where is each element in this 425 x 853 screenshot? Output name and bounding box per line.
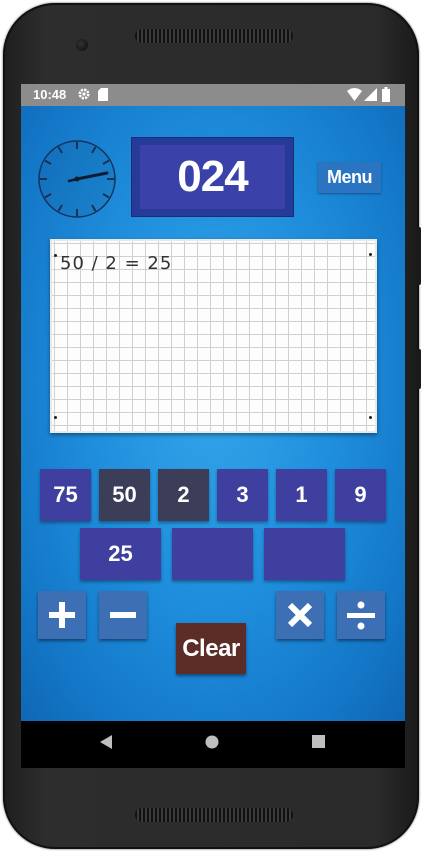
clock-icon xyxy=(35,137,119,226)
result-tile-empty[interactable] xyxy=(264,528,345,580)
screen: 10:48 024 Menu 50 / 2 = 25 75 50 2 3 1 9… xyxy=(21,84,405,768)
number-tile-used[interactable]: 50 xyxy=(99,469,150,521)
multiply-button[interactable] xyxy=(276,591,324,639)
paper-corner-dot xyxy=(369,253,372,256)
paper-corner-dot xyxy=(54,416,57,419)
sd-card-icon xyxy=(98,88,108,104)
status-bar: 10:48 xyxy=(21,84,405,106)
plus-icon xyxy=(49,602,75,628)
subtract-button[interactable] xyxy=(99,591,147,639)
add-button[interactable] xyxy=(38,591,86,639)
wifi-icon xyxy=(347,88,362,104)
battery-icon xyxy=(382,87,390,105)
power-button xyxy=(416,349,421,389)
navigation-bar xyxy=(21,721,405,768)
paper-corner-dot xyxy=(369,416,372,419)
divide-button[interactable] xyxy=(337,591,385,639)
volume-button xyxy=(416,227,421,285)
home-icon[interactable] xyxy=(205,735,219,754)
multiply-icon xyxy=(287,602,313,628)
menu-button[interactable]: Menu xyxy=(318,162,381,193)
result-tile-empty[interactable] xyxy=(172,528,253,580)
result-tile[interactable]: 25 xyxy=(80,528,161,580)
back-icon[interactable] xyxy=(100,735,112,754)
phone-frame: 10:48 024 Menu 50 / 2 = 25 75 50 2 3 1 9… xyxy=(3,3,421,849)
signal-icon xyxy=(364,88,377,104)
status-time: 10:48 xyxy=(33,87,67,102)
game-area: 024 Menu 50 / 2 = 25 75 50 2 3 1 9 25 Cl… xyxy=(21,106,405,721)
clear-button[interactable]: Clear xyxy=(176,623,246,674)
number-tile[interactable]: 3 xyxy=(217,469,268,521)
number-tile[interactable]: 9 xyxy=(335,469,386,521)
number-tile[interactable]: 1 xyxy=(276,469,327,521)
target-number-box: 024 xyxy=(131,137,294,217)
target-number: 024 xyxy=(139,144,286,210)
divide-icon xyxy=(347,601,375,630)
paper-corner-dot xyxy=(54,254,57,257)
minus-icon xyxy=(110,612,136,618)
bottom-speaker xyxy=(135,808,293,822)
number-tile-used[interactable]: 2 xyxy=(158,469,209,521)
number-tile[interactable]: 75 xyxy=(40,469,91,521)
recents-icon[interactable] xyxy=(312,735,325,754)
settings-icon xyxy=(77,87,91,104)
top-speaker xyxy=(135,29,293,43)
work-line: 50 / 2 = 25 xyxy=(60,253,173,274)
front-camera xyxy=(76,39,88,51)
work-paper: 50 / 2 = 25 xyxy=(50,239,377,433)
